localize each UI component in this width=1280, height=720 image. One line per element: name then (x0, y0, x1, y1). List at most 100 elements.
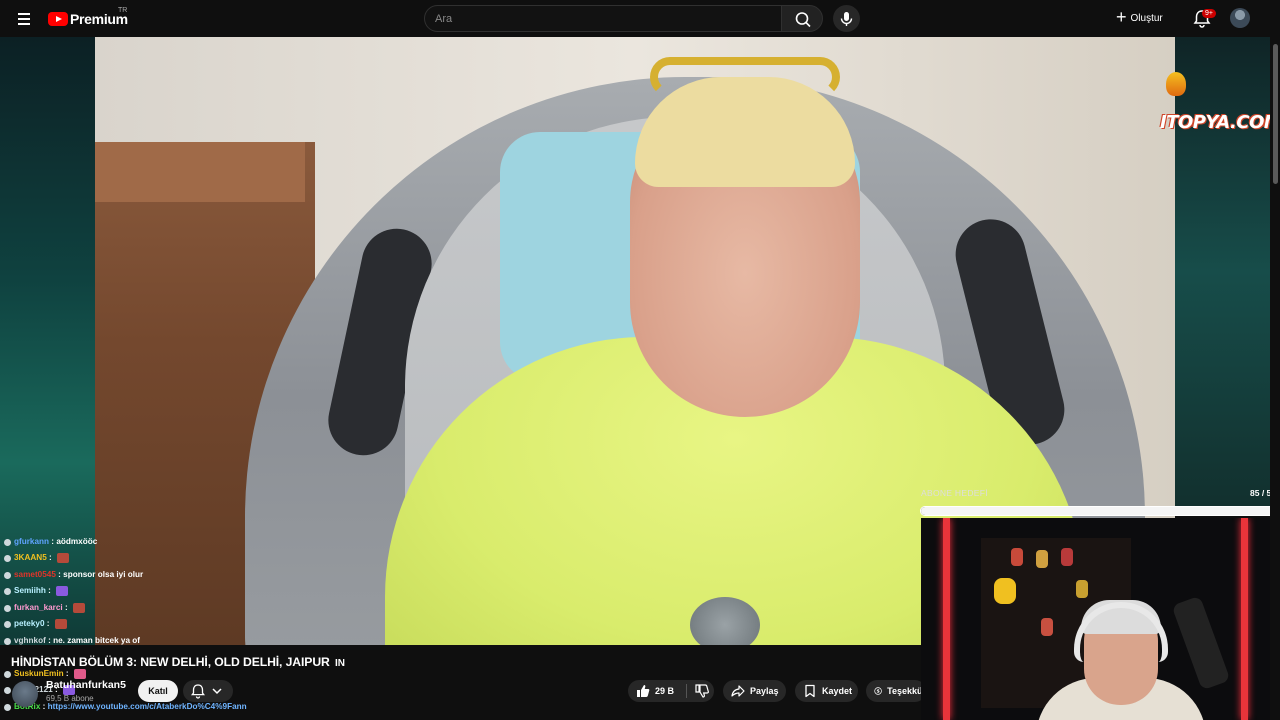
mic-icon (840, 12, 853, 26)
figurine (1061, 548, 1073, 566)
chat-separator: : (49, 537, 57, 546)
voice-search-button[interactable] (833, 5, 860, 32)
chat-message: gfurkann : aödmxööc (4, 534, 97, 550)
chat-message: samet0545 : sponsor olsa iyi olur (4, 567, 143, 583)
chat-username: Semiihh (14, 586, 46, 595)
channel-name[interactable]: Batuhanfurkan5 (46, 679, 126, 691)
save-icon (805, 684, 815, 698)
lapel-mic (690, 597, 760, 645)
video-title-text: HİNDİSTAN BÖLÜM 3: NEW DELHİ, OLD DELHİ,… (11, 655, 330, 669)
subscriber-goal-label: ABONE HEDEFİ (921, 488, 988, 498)
menu-icon-line (18, 23, 30, 25)
neon-light-left (943, 518, 950, 720)
thanks-icon: $ (874, 687, 882, 695)
subscriber-goal-fill (921, 507, 1278, 515)
neon-light-right (1241, 518, 1248, 720)
svg-text:$: $ (876, 689, 879, 695)
subscriber-count: 69,5 B abone (46, 694, 94, 703)
chat-username: gfurkann (14, 537, 50, 546)
chat-text: sponsor olsa iyi olur (63, 570, 144, 579)
search-icon (795, 12, 811, 28)
share-label: Paylaş (750, 686, 779, 696)
chat-message: Semiihh : (4, 583, 71, 599)
save-label: Kaydet (822, 686, 853, 696)
top-bar: Premium TR + Oluştur 9+ (0, 0, 1280, 37)
badge-icon (4, 670, 11, 678)
streamer-webcam (921, 518, 1280, 720)
menu-icon-line (18, 18, 30, 20)
emote-icon (72, 603, 85, 614)
youtube-logo-icon (48, 12, 68, 26)
thumbs-up-icon (637, 685, 650, 697)
badge-icon (4, 554, 11, 562)
video-title-suffix: IN (335, 658, 345, 669)
chat-text: ne. zaman bitcek ya of (53, 636, 141, 645)
badge-icon (4, 703, 11, 711)
chat-username: vghnkof (14, 636, 46, 645)
logo-region: TR (118, 7, 128, 14)
sponsor-watermark: ITOPYA.COM (1160, 112, 1280, 133)
emote-icon (56, 586, 69, 597)
badge-icon (4, 571, 11, 579)
thumbs-down-icon (695, 684, 709, 698)
create-label: Oluştur (1130, 12, 1163, 24)
badge-icon (4, 620, 11, 628)
trophy (1076, 580, 1088, 598)
plus-icon: + (1116, 6, 1127, 27)
share-icon (731, 685, 745, 697)
chat-text: aödmxööc (56, 537, 98, 546)
search-button[interactable] (781, 5, 823, 32)
badge-icon (4, 604, 11, 612)
badge-icon (4, 686, 11, 694)
chat-message: 3KAAN5 : (4, 550, 72, 566)
chat-username: samet0545 (14, 570, 56, 579)
account-avatar[interactable] (1230, 8, 1250, 28)
thanks-button[interactable]: $ Teşekkür (866, 680, 926, 702)
sunglasses (650, 57, 840, 97)
menu-icon (18, 13, 30, 15)
chat-username: 3KAAN5 (14, 553, 47, 562)
subscriber-goal-bar (920, 506, 1279, 516)
chevron-down-icon (212, 688, 222, 695)
search-input[interactable] (425, 6, 781, 31)
chat-username: furkan_karci (14, 603, 63, 612)
figurine (1011, 548, 1023, 566)
sponsor-logo-icon (1166, 72, 1186, 96)
chat-message: vghnkof : ne. zaman bitcek ya of (4, 633, 140, 649)
notification-badge: 9+ (1202, 9, 1216, 18)
scrollbar-thumb[interactable] (1273, 44, 1278, 184)
share-button[interactable]: Paylaş (723, 680, 786, 702)
channel-avatar[interactable] (12, 681, 38, 707)
save-button[interactable]: Kaydet (795, 680, 858, 702)
like-count: 29 B (655, 686, 675, 696)
chat-separator: : (45, 636, 54, 645)
microphone-arm (1171, 595, 1231, 691)
youtube-logo[interactable]: Premium TR (48, 7, 128, 29)
stream-background-right (1175, 37, 1270, 507)
search-box (424, 5, 782, 32)
subscribed-button[interactable] (183, 680, 233, 702)
chat-message: furkan_karci : (4, 600, 88, 616)
chat-separator: : (62, 603, 70, 612)
chat-message: peteky0 : (4, 616, 70, 632)
chat-separator: : (44, 619, 52, 628)
emote-icon (54, 619, 67, 630)
like-button[interactable]: 29 B (628, 680, 714, 702)
create-button[interactable]: + Oluştur (1116, 6, 1163, 30)
video-title: HİNDİSTAN BÖLÜM 3: NEW DELHİ, OLD DELHİ,… (11, 655, 345, 669)
badge-icon (4, 538, 11, 546)
pikachu-figure (994, 578, 1016, 604)
figurine (1036, 550, 1048, 568)
badge-icon (4, 587, 11, 595)
chat-separator: : (46, 553, 55, 562)
emote-icon (57, 553, 70, 564)
page-scrollbar[interactable] (1270, 0, 1280, 720)
like-divider (686, 684, 688, 698)
chat-username: peteky0 (14, 619, 45, 628)
badge-icon (4, 637, 11, 645)
emote-icon (73, 669, 86, 680)
menu-button[interactable] (12, 7, 36, 31)
join-button[interactable]: Katıl (138, 680, 178, 702)
figurine (1041, 618, 1053, 636)
chat-separator: : (45, 586, 54, 595)
